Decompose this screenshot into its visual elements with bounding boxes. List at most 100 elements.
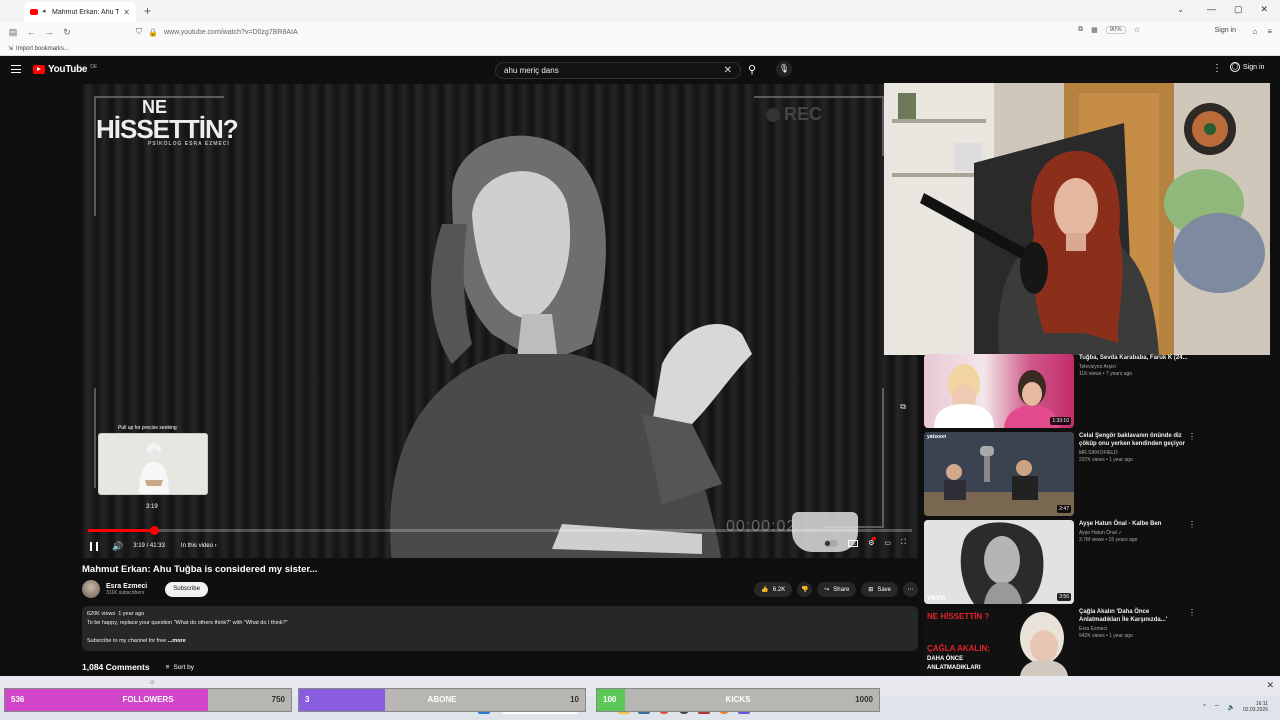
video-thumbnail[interactable]: vevo 3:56 <box>924 520 1074 604</box>
youtube-logo[interactable]: YouTube DE <box>33 64 97 75</box>
autoplay-toggle[interactable] <box>824 539 839 547</box>
account-icon: ◯ <box>1230 62 1240 72</box>
list-item[interactable]: 1:33:10 Tuğba, Sevda Karababa, Faruk K (… <box>924 354 1204 428</box>
thumbnail-heading: NE HİSSETTİN ? <box>927 612 990 621</box>
list-item[interactable]: vevo 3:56 Ayşe Hatun Önal - Kalbe Ben Ay… <box>924 520 1204 604</box>
clear-search-icon[interactable]: ✕ <box>724 65 732 76</box>
save-button[interactable]: ⊞ Save <box>861 582 898 597</box>
browser-sign-in[interactable]: Sign in <box>1215 27 1236 34</box>
settings-kebab-icon[interactable]: ⋮ <box>1212 63 1222 74</box>
more-link[interactable]: ...more <box>168 638 186 644</box>
minimize-icon[interactable]: — <box>1207 4 1216 15</box>
scrubber-handle[interactable] <box>149 526 159 535</box>
recommended-title[interactable]: Tuğba, Sevda Karababa, Faruk K (24... <box>1079 354 1189 362</box>
kicks-goal-bar: KICKS 100 1000 <box>596 688 880 712</box>
thumbs-down-icon: 👎 <box>800 587 809 593</box>
sort-by-button[interactable]: ≡ Sort by <box>166 664 194 671</box>
recommended-channel[interactable]: Televizyon Arşivi <box>1079 364 1189 370</box>
search-input[interactable]: ahu meriç dans ✕ <box>495 62 741 79</box>
more-actions-button[interactable]: ⋯ <box>903 582 918 597</box>
settings-gear-icon[interactable]: ⚙ <box>868 537 877 547</box>
theater-mode-icon[interactable]: ▭ <box>884 539 891 547</box>
recommended-title[interactable]: Celal Şengör baklavanın önünde diz çöküp… <box>1079 432 1189 448</box>
recommended-channel[interactable]: Ayşe Hatun Önal ✓ <box>1079 530 1189 536</box>
close-tab-icon[interactable]: ✕ <box>123 8 130 17</box>
search-icon[interactable]: ⚲ <box>748 63 756 76</box>
close-overlay-icon[interactable]: ✕ <box>1266 680 1274 691</box>
window-close-icon[interactable]: ✕ <box>1260 4 1268 15</box>
browser-tab[interactable]: ◂ Mahmut Erkan: Ahu Tuğba ✕ <box>24 2 136 22</box>
search-query[interactable]: ahu meriç dans <box>504 66 724 75</box>
list-item[interactable]: NE HİSSETTİN ? ÇAĞLA AKALIN; DAHA ÖNCE A… <box>924 608 1204 676</box>
menu-icon[interactable]: ≡ <box>1267 27 1272 36</box>
recommended-channel[interactable]: MR.SIKKOFIELD <box>1079 450 1189 456</box>
goal-label: KICKS <box>725 695 751 704</box>
video-player[interactable]: NE HİSSETTİN? PSİKOLOG ESRA EZMECİ REC 0… <box>82 84 918 558</box>
subtitles-icon[interactable]: CC <box>848 539 859 547</box>
clock[interactable]: 16:11 02.03.2026 <box>1243 701 1268 713</box>
shield-icon[interactable]: ⛉ <box>136 27 142 37</box>
thumbnail-art <box>924 520 1074 604</box>
address-bar[interactable]: ⛉ 🔒 www.youtube.com/watch?v=D0zg7BR8AIA <box>136 25 1146 39</box>
goal-label: ABONE <box>427 695 457 704</box>
hamburger-menu-icon[interactable] <box>11 65 21 73</box>
wifi-icon[interactable]: ⌔ <box>1214 703 1220 711</box>
video-thumbnail[interactable]: yatsoon 2:47 <box>924 432 1074 516</box>
video-thumbnail[interactable]: 1:33:10 <box>924 354 1074 428</box>
more-options-icon[interactable]: ⋮ <box>1188 520 1196 529</box>
sort-icon: ≡ <box>165 663 170 671</box>
pause-icon[interactable] <box>90 541 98 551</box>
more-options-icon[interactable]: ⋮ <box>1188 608 1196 617</box>
reader-icon[interactable]: ▦ <box>1091 26 1098 34</box>
video-duration: 3:56 <box>1057 593 1071 601</box>
list-item[interactable]: yatsoon 2:47 Celal Şengör baklavanın önü… <box>924 432 1204 516</box>
preview-person <box>139 443 169 494</box>
sidebar-icon[interactable]: ▤ <box>4 27 22 38</box>
chapter-button[interactable]: In this video › <box>181 543 217 549</box>
miniplayer-icon[interactable]: ⧉ <box>900 402 906 412</box>
thumbnail-brand: yatsoon <box>927 434 947 440</box>
channel-name[interactable]: Esra Ezmeci <box>106 583 147 590</box>
recommended-meta: 3.7M views • 15 years ago <box>1079 537 1138 543</box>
subscribe-button[interactable]: Subscribe <box>165 581 208 597</box>
upload-age: 1 year ago <box>118 611 145 617</box>
progress-bar[interactable] <box>88 526 912 535</box>
recommended-title[interactable]: Ayşe Hatun Önal - Kalbe Ben <box>1079 520 1189 528</box>
description-box[interactable]: 620K views 1 year ago To be happy, repla… <box>82 606 918 651</box>
bookmarks-bar: ⇲ Import bookmarks... <box>0 42 1280 56</box>
reload-icon[interactable]: ↻ <box>58 27 76 38</box>
chevron-up-icon[interactable]: ^ <box>1203 704 1206 710</box>
recommended-meta: 11K views • 7 years ago <box>1079 371 1133 377</box>
recommended-channel[interactable]: Esra Ezmeci <box>1079 626 1189 632</box>
fullscreen-icon[interactable]: ⛶ <box>901 539 906 547</box>
tab-list-chevron-icon[interactable]: ⌄ <box>1177 5 1184 14</box>
forward-icon[interactable]: → <box>40 27 58 37</box>
avatar[interactable] <box>82 580 100 598</box>
like-button[interactable]: 👍 6.2K <box>754 582 793 597</box>
youtube-sign-in-button[interactable]: ◯ Sign in <box>1230 62 1264 72</box>
recommended-title[interactable]: Çağla Akalın 'Daha Önce Anlatmadıkları İ… <box>1079 608 1189 624</box>
maximize-icon[interactable]: ▢ <box>1234 4 1243 15</box>
import-bookmarks-link[interactable]: Import bookmarks... <box>16 46 69 52</box>
share-button[interactable]: ↪ Share <box>817 582 857 597</box>
new-tab-button[interactable]: + <box>144 4 151 18</box>
speaker-icon[interactable]: ◂ <box>42 8 48 15</box>
overlay-timecode: 00:00:02 <box>726 518 797 535</box>
dislike-button[interactable]: 👎 <box>797 582 813 597</box>
translate-icon[interactable]: ⧉ <box>1078 26 1083 34</box>
url-text[interactable]: www.youtube.com/watch?v=D0zg7BR8AIA <box>164 29 298 36</box>
goal-current: 536 <box>11 695 25 704</box>
video-thumbnail[interactable]: NE HİSSETTİN ? ÇAĞLA AKALIN; DAHA ÖNCE A… <box>924 608 1074 676</box>
extensions-icon[interactable]: ⌂ <box>1252 27 1257 36</box>
more-icon: ⋯ <box>907 587 914 593</box>
microphone-icon[interactable]: 🎙 <box>776 61 792 77</box>
zoom-level[interactable]: 90% <box>1105 26 1126 34</box>
speaker-tray-icon[interactable]: 🔈 <box>1227 704 1234 711</box>
goal-max: 1000 <box>855 695 873 704</box>
view-count: 620K views <box>87 611 116 617</box>
more-options-icon[interactable]: ⋮ <box>1188 432 1196 441</box>
volume-icon[interactable]: 🔊 <box>112 541 123 552</box>
lock-icon[interactable]: 🔒 <box>148 28 158 37</box>
bookmark-star-icon[interactable]: ☆ <box>1134 26 1140 34</box>
back-icon[interactable]: ← <box>22 27 40 37</box>
